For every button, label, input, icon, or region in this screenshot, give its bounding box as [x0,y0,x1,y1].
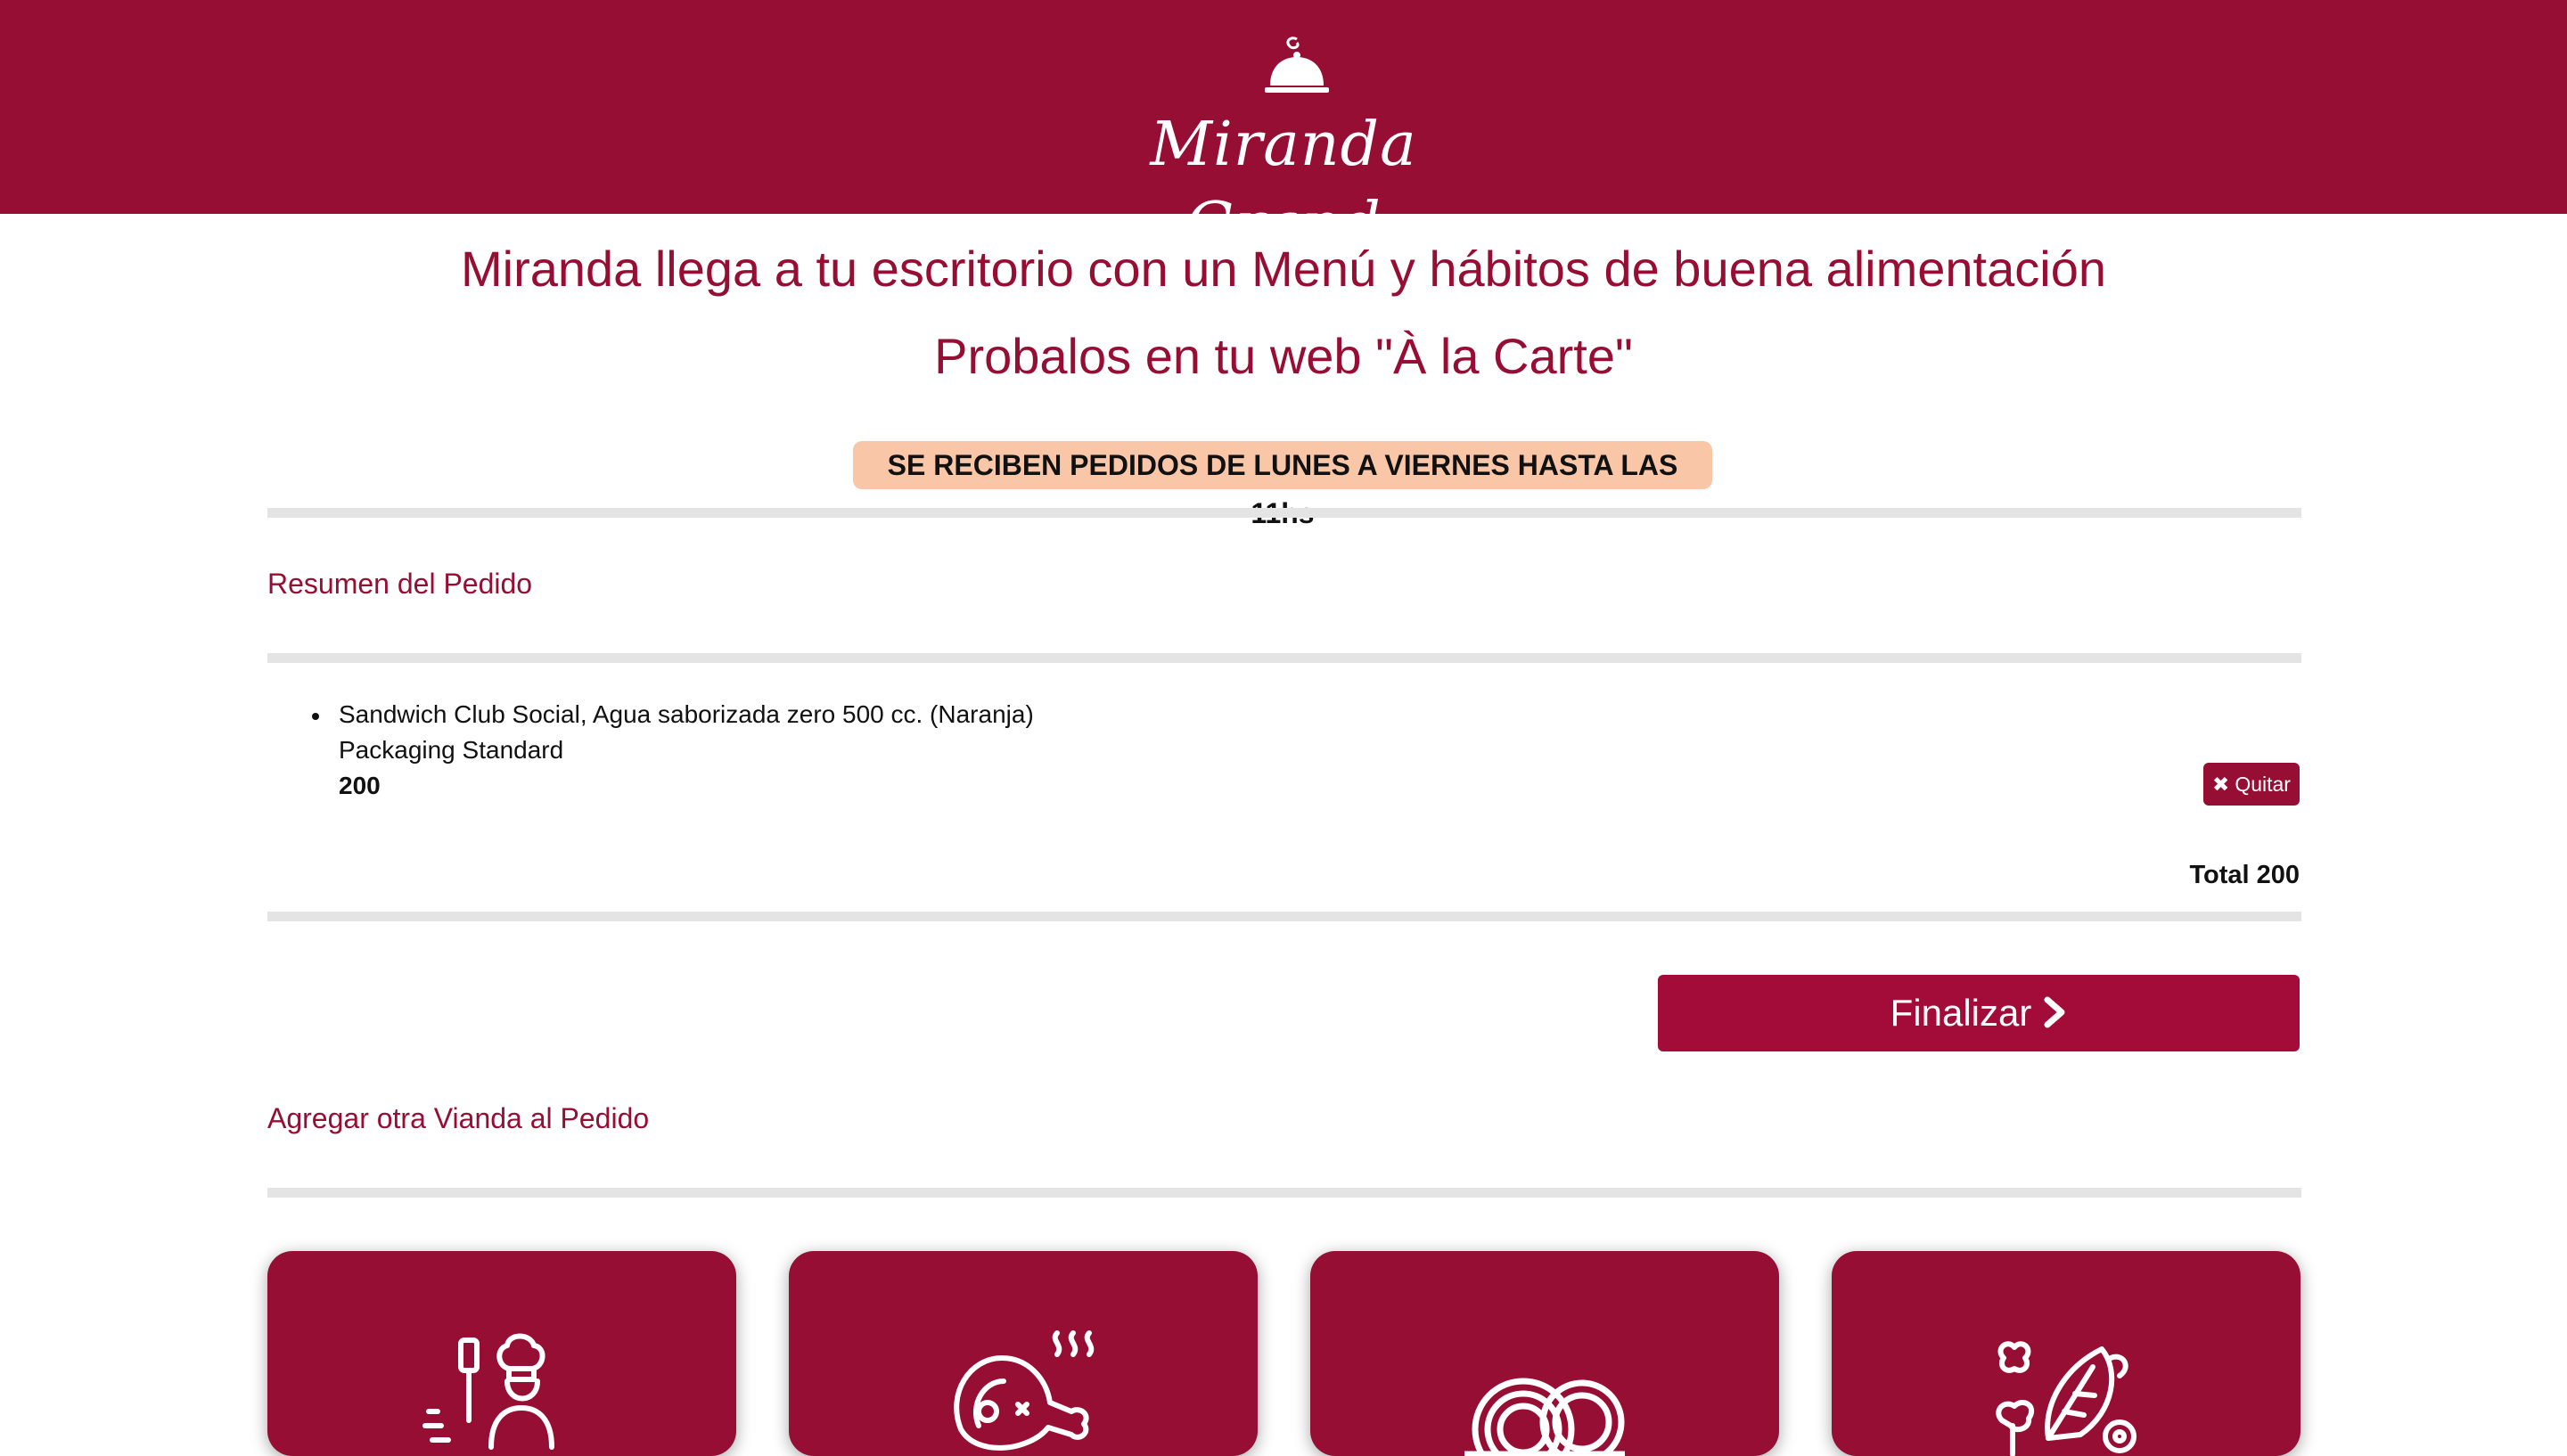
divider [267,1188,2301,1198]
cloche-icon [1265,37,1329,93]
category-card-pasta[interactable] [1310,1251,1779,1456]
bullet [312,713,319,720]
tagline-subheadline: Probalos en tu web "À la Carte" [934,328,1633,384]
tagline-headline: Miranda llega a tu escritorio con un Men… [460,241,2106,297]
close-icon: ✖ [2212,773,2230,796]
meat-icon [954,1330,1095,1451]
vegetables-icon [1996,1341,2136,1456]
order-total: Total 200 [2189,861,2300,889]
item-packaging: Packaging Standard [339,736,564,764]
add-another-title: Agregar otra Vianda al Pedido [267,1102,650,1134]
category-card-vegetables[interactable] [1832,1251,2300,1456]
divider [267,508,2301,518]
chef-icon [422,1333,554,1450]
remove-item-button[interactable]: ✖ Quitar [2203,763,2300,806]
chevron-right-icon [2044,996,2065,1028]
item-description: Sandwich Club Social, Agua saborizada ze… [339,700,1034,728]
pasta-icon [1464,1378,1625,1456]
divider [267,912,2301,921]
finalize-label: Finalizar [1890,992,2032,1034]
divider [267,653,2301,663]
finalize-button[interactable]: Finalizar [1658,975,2300,1051]
site-header: Miranda Grand [0,0,2567,260]
order-hours-notice: SE RECIBEN PEDIDOS DE LUNES A VIERNES HA… [853,441,1712,529]
category-card-chef[interactable] [267,1251,736,1456]
category-card-meat[interactable] [789,1251,1258,1456]
item-price: 200 [339,772,381,799]
remove-item-label: Quitar [2235,773,2291,796]
order-summary-title: Resumen del Pedido [267,568,533,600]
